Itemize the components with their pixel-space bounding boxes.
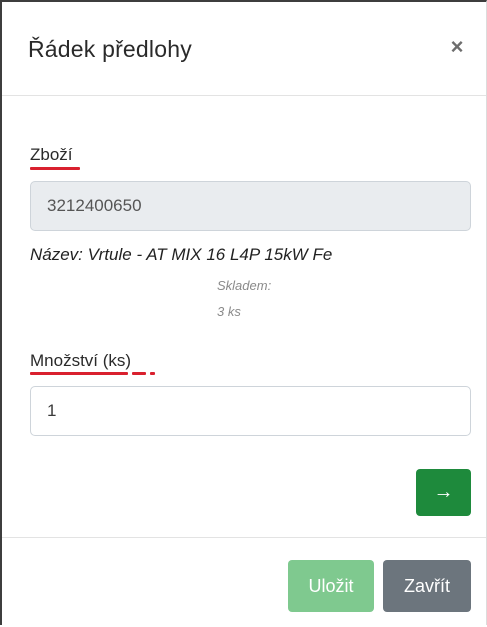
arrow-right-icon[interactable]: → bbox=[416, 469, 471, 516]
dialog-header: Řádek předlohy × bbox=[2, 2, 486, 96]
quantity-input[interactable]: 1 bbox=[30, 386, 471, 436]
spellcheck-underline bbox=[150, 372, 155, 375]
spellcheck-underline bbox=[30, 372, 128, 375]
stock-value: 3 ks bbox=[217, 304, 241, 319]
item-label: Zboží bbox=[30, 145, 73, 164]
row-template-dialog: Řádek předlohy × Zboží 3212400650 Název:… bbox=[0, 0, 487, 625]
spellcheck-underline bbox=[30, 167, 80, 170]
item-code-field[interactable]: 3212400650 bbox=[30, 181, 471, 231]
close-icon[interactable]: × bbox=[446, 35, 468, 59]
spellcheck-underline bbox=[132, 372, 146, 375]
save-button[interactable]: Uložit bbox=[288, 560, 374, 612]
dialog-title: Řádek předlohy bbox=[28, 36, 192, 62]
stock-label: Skladem: bbox=[217, 278, 272, 293]
quantity-label: Množství (ks) bbox=[30, 351, 132, 370]
product-name: Název: Vrtule - AT MIX 16 L4P 15kW Fe bbox=[30, 245, 333, 264]
close-button[interactable]: Zavřít bbox=[383, 560, 471, 612]
